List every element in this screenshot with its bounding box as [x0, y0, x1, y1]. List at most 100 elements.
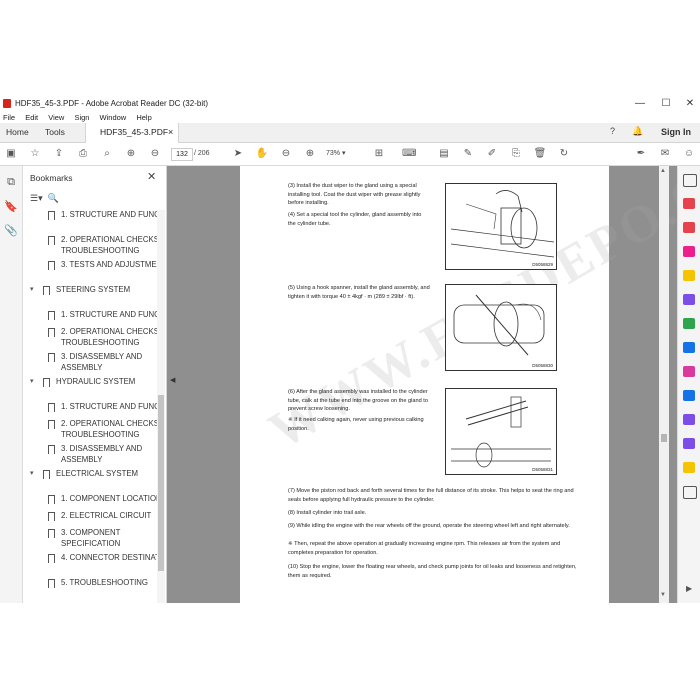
- bookmark-label: 3. DISASSEMBLY AND ASSEMBLY: [61, 352, 143, 372]
- next-page-icon[interactable]: ⊖: [148, 148, 162, 160]
- menu-file[interactable]: File: [3, 112, 15, 123]
- document-scrollbar[interactable]: ▲ ▼: [659, 166, 669, 603]
- comment-icon[interactable]: ▤: [437, 148, 451, 160]
- share-icon[interactable]: ☺: [682, 148, 696, 160]
- bookmark-icon: [48, 261, 55, 270]
- hand-tool-icon[interactable]: ✋: [255, 148, 269, 160]
- page-number-input[interactable]: 132: [171, 148, 193, 161]
- menu-help[interactable]: Help: [136, 112, 151, 123]
- attach-link-icon[interactable]: ✒: [634, 148, 648, 160]
- tab-tools[interactable]: Tools: [45, 123, 65, 142]
- collapse-tools-icon[interactable]: ▶: [686, 584, 692, 593]
- bookmark-icon: [48, 236, 55, 245]
- figure-calking: D5058831: [445, 388, 557, 475]
- email-icon[interactable]: ✉: [658, 148, 672, 160]
- close-tab-icon[interactable]: ×: [168, 123, 173, 142]
- bookmark-label: 1. STRUCTURE AND FUNCTION: [61, 402, 157, 411]
- title-bar: HDF35_45-3.PDF - Adobe Acrobat Reader DC…: [0, 95, 700, 112]
- bookmark-label: ELECTRICAL SYSTEM: [56, 469, 139, 478]
- edit-pdf-icon[interactable]: [683, 246, 695, 257]
- create-pdf-icon[interactable]: [683, 222, 695, 233]
- bookmark-icon: [43, 470, 50, 479]
- collapse-panel-arrow-icon[interactable]: ◀: [170, 376, 175, 384]
- keyboard-scroll-icon[interactable]: ⌨: [402, 148, 416, 160]
- expand-caret-icon[interactable]: ▾: [30, 469, 34, 480]
- prepare-form-icon[interactable]: [683, 438, 695, 449]
- bookmarks-scrollbar[interactable]: [157, 210, 165, 603]
- figure-hook-spanner-drawing: [453, 294, 545, 356]
- menu-view[interactable]: View: [48, 112, 64, 123]
- figure-2-id: D5058830: [532, 363, 553, 368]
- bookmark-icon: [48, 311, 55, 320]
- acrobat-window: HDF35_45-3.PDF - Adobe Acrobat Reader DC…: [0, 95, 700, 603]
- menu-window[interactable]: Window: [100, 112, 127, 123]
- find-icon[interactable]: ⌕: [100, 148, 114, 160]
- search-tool-icon[interactable]: [683, 174, 697, 187]
- zoom-level-dropdown[interactable]: 73% ▾: [326, 148, 358, 159]
- save-icon[interactable]: ▣: [4, 148, 18, 160]
- bookmark-label: 2. OPERATIONAL CHECKS AND TROUBLESHOOTIN…: [61, 419, 157, 439]
- rotate-icon[interactable]: ↻: [557, 148, 571, 160]
- send-for-signature-icon[interactable]: [683, 414, 695, 425]
- menu-edit[interactable]: Edit: [25, 112, 38, 123]
- tab-document[interactable]: HDF35_45-3.PDF ×: [85, 123, 179, 143]
- bookmarks-scrollbar-thumb[interactable]: [158, 395, 164, 571]
- bookmark-icon: [48, 420, 55, 429]
- notifications-bell-icon[interactable]: 🔔: [632, 126, 643, 137]
- figure-hook-spanner: D5058830: [445, 284, 557, 371]
- tab-home[interactable]: Home: [6, 123, 29, 142]
- print-icon[interactable]: ⎙: [76, 148, 90, 160]
- bookmark-star-icon[interactable]: ☆: [28, 148, 42, 160]
- close-bookmarks-icon[interactable]: ✕: [147, 170, 156, 183]
- figure-3-id: D5058831: [532, 467, 553, 472]
- zoom-in-icon[interactable]: ⊕: [303, 148, 317, 160]
- organize-pages-icon[interactable]: [683, 318, 695, 329]
- bookmark-label: 2. OPERATIONAL CHECKS AND TROUBLESHOOTIN…: [61, 235, 157, 255]
- pdf-page: WWW.EPCDEPO.COM (3) Install the dust wip…: [240, 166, 677, 603]
- select-cursor-icon[interactable]: ➤: [231, 148, 245, 160]
- bookmark-label: 1. STRUCTURE AND FUNCTION: [61, 210, 157, 219]
- bookmark-label: 2. ELECTRICAL CIRCUIT: [61, 511, 152, 520]
- scroll-up-arrow-icon[interactable]: ▲: [660, 168, 666, 174]
- stamp-icon[interactable]: ⎘: [509, 148, 523, 160]
- fit-page-icon[interactable]: ⊞: [372, 148, 386, 160]
- step-4: (4) Set a special tool the cylinder, gla…: [288, 212, 422, 227]
- combine-files-icon[interactable]: [683, 294, 695, 305]
- navigation-rail: ⧉ 🔖 📎: [0, 166, 23, 603]
- document-scrollbar-thumb[interactable]: [661, 434, 667, 442]
- bookmark-label: 1. COMPONENT LOCATION: [61, 494, 157, 503]
- bookmarks-panel: Bookmarks ✕ ☰▾ 🔍 1. STRUCTURE AND FUNCTI…: [23, 166, 167, 603]
- send-for-comments-icon[interactable]: [683, 462, 695, 473]
- bookmark-options-icon[interactable]: ☰▾ 🔍: [30, 193, 59, 204]
- menu-sign[interactable]: Sign: [74, 112, 89, 123]
- upload-cloud-icon[interactable]: ⇪: [52, 148, 66, 160]
- delete-icon[interactable]: 🗑: [533, 148, 547, 160]
- zoom-value: 73%: [326, 150, 341, 157]
- help-icon[interactable]: ?: [610, 126, 615, 136]
- protect-icon[interactable]: [683, 390, 695, 401]
- minimize-button[interactable]: —: [627, 96, 653, 111]
- page-thumbnails-icon[interactable]: ⧉: [4, 176, 18, 189]
- fill-sign-icon[interactable]: [683, 366, 695, 377]
- attachments-icon[interactable]: 📎: [4, 224, 18, 237]
- draw-icon[interactable]: ✐: [485, 148, 499, 160]
- bookmark-label: 4. CONNECTOR DESTINATION: [61, 553, 157, 562]
- maximize-button[interactable]: ☐: [653, 96, 679, 111]
- highlight-pen-icon[interactable]: ✎: [461, 148, 475, 160]
- document-viewport[interactable]: ◀ WWW.EPCDEPO.COM (3) Install the dust w…: [167, 166, 677, 603]
- step-8: (8) Install cylinder into trail axle.: [288, 510, 367, 516]
- bookmarks-panel-icon[interactable]: 🔖: [4, 200, 18, 213]
- comment-tool-icon[interactable]: [683, 270, 695, 281]
- figure-1-id: D5058829: [532, 262, 553, 267]
- scroll-down-arrow-icon[interactable]: ▼: [660, 592, 666, 598]
- bookmark-icon: [48, 445, 55, 454]
- sign-in-button[interactable]: Sign In: [661, 123, 691, 142]
- scan-ocr-icon[interactable]: [683, 342, 695, 353]
- more-tools-icon[interactable]: [683, 486, 697, 499]
- close-window-button[interactable]: ✕: [677, 96, 700, 111]
- expand-caret-icon[interactable]: ▾: [30, 285, 34, 296]
- expand-caret-icon[interactable]: ▾: [30, 377, 34, 388]
- export-pdf-icon[interactable]: [683, 198, 695, 209]
- zoom-out-icon[interactable]: ⊖: [279, 148, 293, 160]
- previous-page-icon[interactable]: ⊕: [124, 148, 138, 160]
